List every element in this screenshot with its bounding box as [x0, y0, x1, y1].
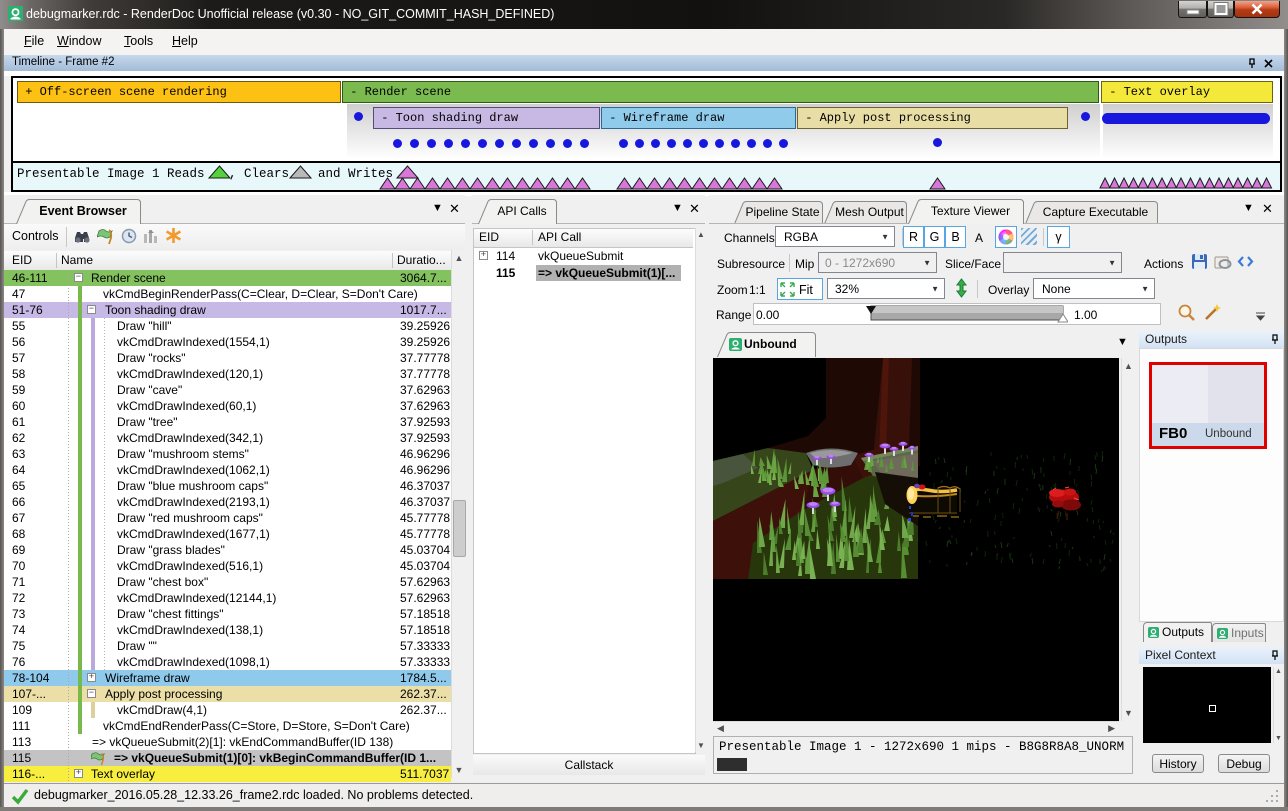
svg-text:API Calls: API Calls — [497, 204, 546, 218]
svg-text:Pipeline State: Pipeline State — [745, 205, 819, 219]
svg-text:Unbound: Unbound — [744, 337, 797, 351]
svg-text:Capture Executable: Capture Executable — [1043, 205, 1149, 219]
svg-text:Texture Viewer: Texture Viewer — [931, 204, 1010, 218]
svg-text:Mesh Output: Mesh Output — [835, 205, 904, 219]
svg-text:Event Browser: Event Browser — [39, 204, 127, 218]
